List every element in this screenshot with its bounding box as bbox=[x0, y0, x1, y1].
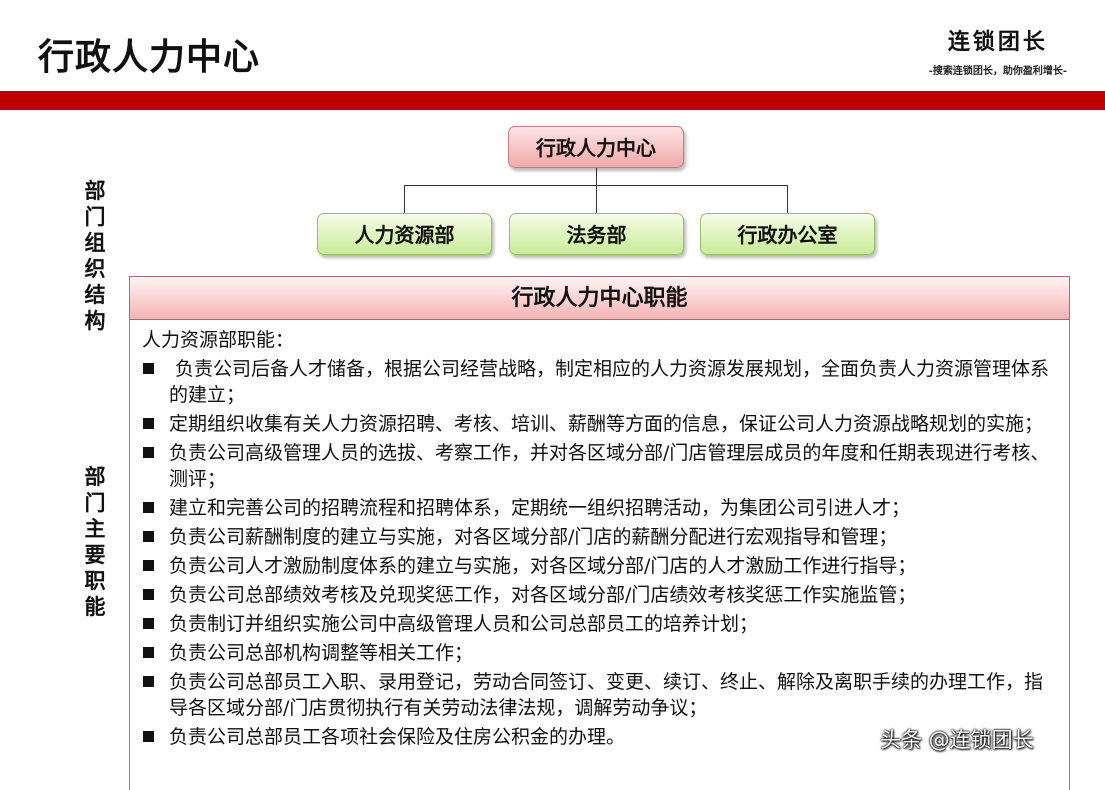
duty-item: 定期组织收集有关人力资源招聘、考核、培训、薪酬等方面的信息，保证公司人力资源战略… bbox=[142, 411, 1059, 437]
square-bullet-icon bbox=[143, 647, 154, 658]
duty-item: 负责公司总部机构调整等相关工作； bbox=[142, 640, 1059, 666]
duty-item: 负责制订并组织实施公司中高级管理人员和公司总部员工的培养计划； bbox=[142, 611, 1059, 637]
duty-item: 负责公司后备人才储备，根据公司经营战略，制定相应的人力资源发展规划，全面负责人力… bbox=[142, 356, 1059, 408]
side-label-structure: 部 门 组 织 结 构 bbox=[80, 178, 110, 334]
org-node-legal: 法务部 bbox=[509, 213, 684, 255]
duty-text: 负责制订并组织实施公司中高级管理人员和公司总部员工的培养计划； bbox=[169, 613, 759, 635]
side-label-char: 要 bbox=[84, 543, 106, 567]
org-connector-right bbox=[787, 185, 788, 213]
duty-item: 负责公司总部绩效考核及兑现奖惩工作，对各区域分部/门店绩效考核奖惩工作实施监管； bbox=[142, 582, 1059, 608]
square-bullet-icon bbox=[143, 618, 154, 629]
side-label-char: 结 bbox=[84, 283, 106, 307]
org-connector-middle bbox=[596, 185, 597, 213]
duties-intro: 人力资源部职能： bbox=[142, 329, 295, 351]
brand-slogan: -搜索连锁团长，助你盈利增长- bbox=[928, 66, 1067, 77]
side-label-char: 主 bbox=[84, 517, 106, 541]
side-label-char: 部 bbox=[84, 465, 106, 489]
duty-text: 负责公司薪酬制度的建立与实施，对各区域分部/门店的薪酬分配进行宏观指导和管理； bbox=[169, 526, 898, 548]
duty-text: 负责公司总部绩效考核及兑现奖惩工作，对各区域分部/门店绩效考核奖惩工作实施监管； bbox=[169, 584, 917, 606]
square-bullet-icon bbox=[143, 418, 154, 429]
page-title: 行政人力中心 bbox=[38, 37, 261, 78]
side-label-char: 能 bbox=[84, 595, 106, 619]
duty-text: 负责公司高级管理人员的选拔、考察工作，并对各区域分部/门店管理层成员的年度和任期… bbox=[169, 442, 1050, 490]
duty-text: 定期组织收集有关人力资源招聘、考核、培训、薪酬等方面的信息，保证公司人力资源战略… bbox=[169, 413, 1044, 435]
duties-body: 人力资源部职能： 负责公司后备人才储备，根据公司经营战略，制定相应的人力资源发展… bbox=[129, 320, 1070, 790]
header-band bbox=[0, 91, 1105, 110]
square-bullet-icon bbox=[143, 589, 154, 600]
duty-item: 负责公司薪酬制度的建立与实施，对各区域分部/门店的薪酬分配进行宏观指导和管理； bbox=[142, 524, 1059, 550]
duty-text: 负责公司后备人才储备，根据公司经营战略，制定相应的人力资源发展规划，全面负责人力… bbox=[169, 358, 1050, 406]
duty-item: 建立和完善公司的招聘流程和招聘体系，定期统一组织招聘活动，为集团公司引进人才； bbox=[142, 495, 1059, 521]
square-bullet-icon bbox=[143, 502, 154, 513]
square-bullet-icon bbox=[143, 676, 154, 687]
side-label-char: 部 bbox=[84, 179, 106, 203]
side-label-char: 构 bbox=[84, 309, 106, 333]
square-bullet-icon bbox=[143, 363, 154, 374]
square-bullet-icon bbox=[143, 731, 154, 742]
org-connector-stem bbox=[596, 168, 597, 185]
duty-item: 负责公司总部员工入职、录用登记，劳动合同签订、变更、续订、终止、解除及离职手续的… bbox=[142, 669, 1059, 721]
duty-item: 负责公司人才激励制度体系的建立与实施，对各区域分部/门店的人才激励工作进行指导； bbox=[142, 553, 1059, 579]
side-label-char: 门 bbox=[84, 491, 106, 515]
side-label-char: 织 bbox=[84, 257, 106, 281]
duty-text: 负责公司人才激励制度体系的建立与实施，对各区域分部/门店的人才激励工作进行指导； bbox=[169, 555, 917, 577]
side-label-char: 组 bbox=[84, 231, 106, 255]
duty-text: 建立和完善公司的招聘流程和招聘体系，定期统一组织招聘活动，为集团公司引进人才； bbox=[169, 497, 911, 519]
brand-logo: 连锁团长 -搜索连锁团长，助你盈利增长- bbox=[929, 24, 1067, 77]
duty-item: 负责公司高级管理人员的选拔、考察工作，并对各区域分部/门店管理层成员的年度和任期… bbox=[142, 440, 1059, 492]
duty-text: 负责公司总部员工入职、录用登记，劳动合同签订、变更、续订、终止、解除及离职手续的… bbox=[169, 671, 1044, 719]
org-node-hr: 人力资源部 bbox=[317, 213, 492, 255]
square-bullet-icon bbox=[143, 531, 154, 542]
brand-name: 连锁团长 bbox=[947, 29, 1048, 55]
org-connector-left bbox=[404, 185, 405, 213]
side-label-char: 职 bbox=[84, 569, 106, 593]
side-label-char: 门 bbox=[84, 205, 106, 229]
side-label-duties: 部 门 主 要 职 能 bbox=[80, 464, 110, 620]
duty-text: 负责公司总部机构调整等相关工作； bbox=[169, 642, 474, 664]
square-bullet-icon bbox=[143, 560, 154, 571]
watermark: 头条 @连锁团长 bbox=[880, 728, 1034, 752]
duty-text: 负责公司总部员工各项社会保险及住房公积金的办理。 bbox=[169, 726, 626, 748]
duties-header: 行政人力中心职能 bbox=[129, 276, 1070, 320]
square-bullet-icon bbox=[143, 447, 154, 458]
org-node-root: 行政人力中心 bbox=[508, 126, 684, 168]
org-node-admin-office: 行政办公室 bbox=[700, 213, 875, 255]
